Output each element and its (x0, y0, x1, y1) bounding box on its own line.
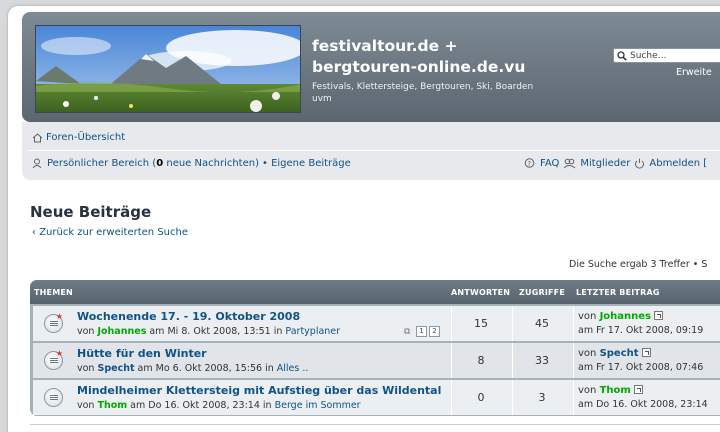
topic-meta: von Johannes am Mi 8. Okt 2008, 13:51 in… (77, 326, 341, 337)
last-post-author-link[interactable]: Johannes (600, 311, 651, 322)
topic-title-link[interactable]: Hütte für den Winter (77, 347, 207, 360)
topics-table: THEMEN ANTWORTEN ZUGRIFFE LETZTER BEITRA… (30, 280, 720, 416)
site-logo-banner[interactable] (35, 25, 301, 113)
user-actions: ? FAQ Mitglieder Abmelden [ (524, 158, 707, 169)
faq-icon: ? (524, 158, 535, 168)
forum-link[interactable]: Alles .. (277, 363, 309, 374)
last-post-date: am Fr 17. Okt 2008, 09:19 (578, 325, 704, 336)
members-icon (564, 158, 576, 169)
topic-row: Mindelheimer Klettersteig mit Aufstieg ü… (33, 380, 720, 415)
column-divider (573, 306, 574, 341)
topic-meta: von Thom am Do 16. Okt 2008, 23:14 in Be… (77, 400, 361, 411)
topic-title-link[interactable]: Wochenende 17. - 19. Oktober 2008 (77, 310, 300, 323)
topic-unread-icon: ★ (44, 349, 63, 370)
last-post-author-link[interactable]: Thom (600, 385, 631, 396)
header-views: ZUGRIFFE (519, 288, 565, 297)
members-link[interactable]: Mitglieder (580, 158, 630, 169)
view-count: 3 (538, 391, 546, 404)
site-header: festivaltour.de + bergtouren-online.de.v… (22, 12, 720, 122)
reply-count: 8 (477, 354, 485, 367)
user-nav: Persönlicher Bereich (0 neue Nachrichten… (32, 158, 351, 169)
search-icon (617, 50, 627, 61)
navbar: Foren-Übersicht Persönlicher Bereich (0 … (22, 122, 720, 180)
svg-text:?: ? (527, 160, 531, 168)
page-link[interactable]: 1 (416, 326, 427, 337)
reply-count: 15 (474, 317, 488, 330)
nav-divider (28, 150, 720, 151)
home-icon (32, 132, 43, 142)
table-header: THEMEN ANTWORTEN ZUGRIFFE LETZTER BEITRA… (30, 280, 720, 304)
faq-link[interactable]: FAQ (540, 158, 559, 169)
back-to-search-link[interactable]: ‹ Zurück zur erweiterten Suche (32, 227, 188, 238)
search-result-count: Die Suche ergab 3 Treffer • S (569, 259, 708, 270)
header-topics: THEMEN (34, 288, 73, 297)
topic-pagination: ⧉ 1 2 (404, 326, 440, 337)
go-to-post-icon[interactable] (654, 311, 663, 320)
page-title: Neue Beiträge (30, 203, 152, 221)
breadcrumb: Foren-Übersicht (32, 132, 125, 143)
last-post-author: von Specht (578, 348, 651, 359)
topic-row: ★ Hütte für den Winter von Specht am Mo … (33, 343, 720, 378)
topic-author-link[interactable]: Specht (97, 363, 134, 374)
topic-icon (44, 388, 63, 407)
topic-author-link[interactable]: Thom (97, 400, 127, 411)
view-count: 45 (535, 317, 549, 330)
attachment-icon: ⧉ (404, 326, 411, 337)
site-title[interactable]: festivaltour.de + bergtouren-online.de.v… (312, 36, 552, 78)
go-to-post-icon[interactable] (641, 348, 651, 357)
search-input[interactable]: Suche… (613, 48, 720, 63)
forum-link[interactable]: Berge im Sommer (275, 400, 361, 411)
header-replies: ANTWORTEN (451, 288, 511, 297)
personal-area-link[interactable]: Persönlicher Bereich (0 neue Nachrichten… (47, 158, 259, 169)
page-link[interactable]: 2 (429, 326, 440, 337)
column-divider (573, 380, 574, 415)
reply-count: 0 (477, 391, 485, 404)
last-post-author-link[interactable]: Specht (600, 348, 639, 359)
forum-link[interactable]: Partyplaner (285, 326, 340, 337)
mountain-landscape-image (36, 26, 300, 112)
site-description: Festivals, Klettersteige, Bergtouren, Sk… (312, 82, 534, 104)
go-to-post-icon[interactable] (633, 385, 643, 394)
user-icon (32, 158, 42, 169)
topic-author-link[interactable]: Johannes (97, 326, 146, 337)
last-post-author: von Johannes (578, 311, 663, 322)
logout-link[interactable]: Abmelden [ (649, 158, 707, 169)
last-post-date: am Do 16. Okt 2008, 23:14 (578, 399, 708, 410)
topic-meta: von Specht am Mo 6. Okt 2008, 15:56 in A… (77, 363, 309, 374)
advanced-search-link[interactable]: Erweite (676, 67, 712, 78)
column-divider (573, 343, 574, 378)
topic-row: ★ Wochenende 17. - 19. Oktober 2008 von … (33, 306, 720, 341)
forum-index-link[interactable]: Foren-Übersicht (46, 132, 125, 143)
power-icon (635, 158, 645, 169)
topic-title-link[interactable]: Mindelheimer Klettersteig mit Aufstieg ü… (77, 384, 441, 397)
search-placeholder: Suche… (630, 50, 667, 61)
last-post-date: am Fr 17. Okt 2008, 07:46 (578, 362, 704, 373)
header-last-post: LETZTER BEITRAG (576, 288, 660, 297)
content-divider (30, 424, 720, 425)
last-post-author: von Thom (578, 385, 643, 396)
view-count: 33 (535, 354, 549, 367)
topic-unread-icon: ★ (44, 312, 63, 333)
own-posts-link[interactable]: • Eigene Beiträge (262, 158, 351, 169)
